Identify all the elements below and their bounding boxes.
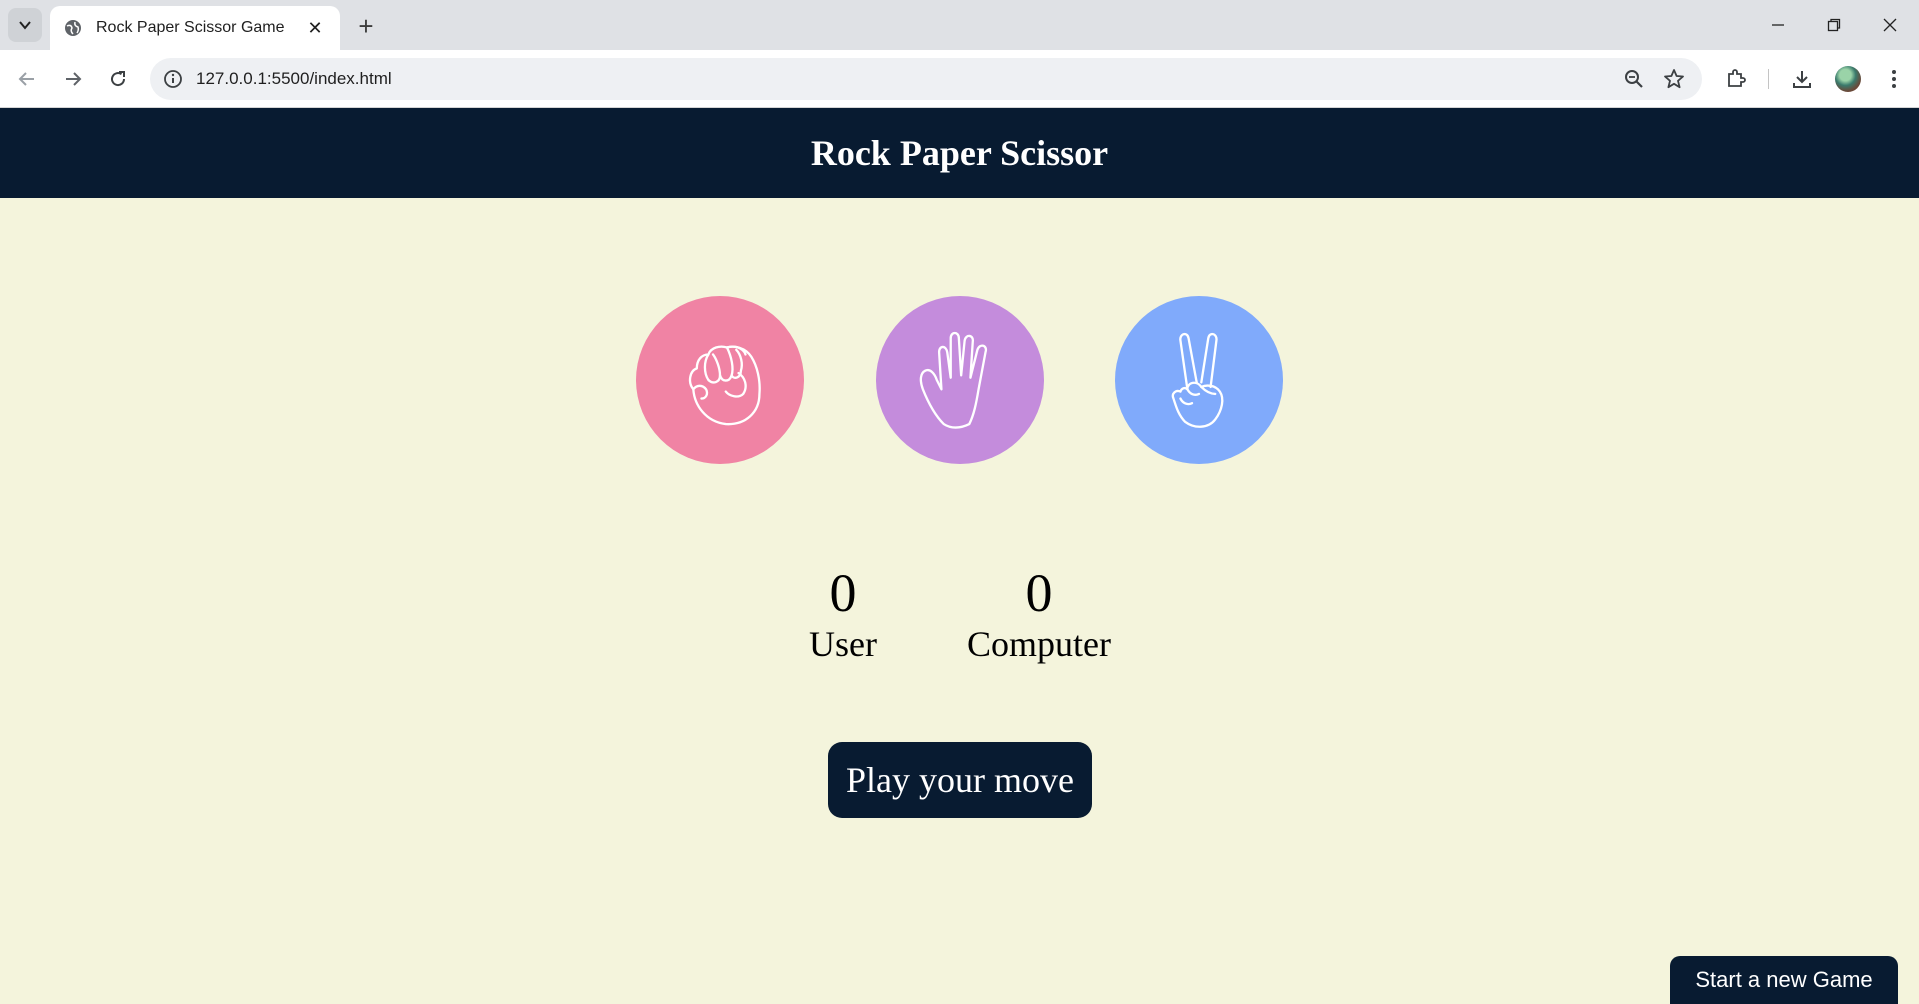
bookmark-star-icon[interactable]	[1662, 67, 1686, 91]
profile-avatar[interactable]	[1835, 66, 1861, 92]
scissors-hand-icon	[1171, 332, 1224, 428]
game-page: Rock Paper Scissor 0 User 0 Computer Pla…	[0, 108, 1919, 1004]
computer-score: 0 Computer	[961, 564, 1117, 666]
user-score-value: 0	[829, 563, 857, 623]
status-message: Play your move	[828, 742, 1092, 818]
minimize-icon	[1772, 24, 1784, 26]
computer-score-value: 0	[1025, 563, 1053, 623]
zoom-icon[interactable]	[1622, 67, 1646, 91]
arrow-right-icon	[66, 72, 82, 86]
close-window-button[interactable]	[1862, 0, 1918, 50]
globe-icon	[65, 20, 81, 36]
minimize-button[interactable]	[1750, 0, 1806, 50]
tab-search-button[interactable]	[8, 8, 42, 42]
site-info-icon[interactable]	[162, 68, 184, 90]
computer-score-label: Computer	[967, 624, 1111, 664]
tab-title: Rock Paper Scissor Game	[96, 19, 285, 36]
paper-hand-icon	[919, 331, 988, 429]
extensions-button[interactable]	[1722, 65, 1750, 93]
browser-tab[interactable]: Rock Paper Scissor Game ✕	[50, 6, 340, 50]
tab-close-icon[interactable]: ✕	[304, 18, 326, 39]
downloads-button[interactable]	[1788, 65, 1816, 93]
game-header: Rock Paper Scissor	[0, 108, 1919, 198]
scissors-choice[interactable]	[1115, 296, 1283, 464]
toolbar-divider	[1768, 69, 1769, 89]
url-text[interactable]: 127.0.0.1:5500/index.html	[196, 69, 392, 89]
user-score-label: User	[809, 624, 877, 664]
new-game-button[interactable]: Start a new Game	[1670, 956, 1898, 1004]
new-tab-button[interactable]: +	[350, 10, 382, 42]
address-bar[interactable]: 127.0.0.1:5500/index.html	[150, 58, 1702, 100]
close-icon	[1883, 18, 1897, 32]
tab-strip: Rock Paper Scissor Game ✕ +	[0, 0, 1919, 50]
browser-toolbar: 127.0.0.1:5500/index.html	[0, 50, 1919, 108]
reload-button[interactable]	[101, 62, 135, 96]
chevron-down-icon	[19, 21, 31, 30]
page-title: Rock Paper Scissor	[810, 133, 1109, 173]
browser-menu-button[interactable]	[1880, 65, 1908, 93]
rock-choice[interactable]	[636, 296, 804, 464]
reload-icon	[111, 71, 126, 87]
back-button[interactable]	[10, 62, 44, 96]
user-score: 0 User	[805, 564, 881, 666]
download-icon	[1793, 71, 1811, 88]
puzzle-icon	[1728, 69, 1746, 87]
arrow-left-icon	[18, 72, 34, 86]
restore-icon	[1827, 18, 1841, 32]
paper-choice[interactable]	[876, 296, 1044, 464]
forward-button[interactable]	[56, 62, 90, 96]
rock-fist-icon	[688, 345, 761, 426]
more-vertical-icon	[1892, 70, 1896, 88]
restore-button[interactable]	[1806, 0, 1862, 50]
